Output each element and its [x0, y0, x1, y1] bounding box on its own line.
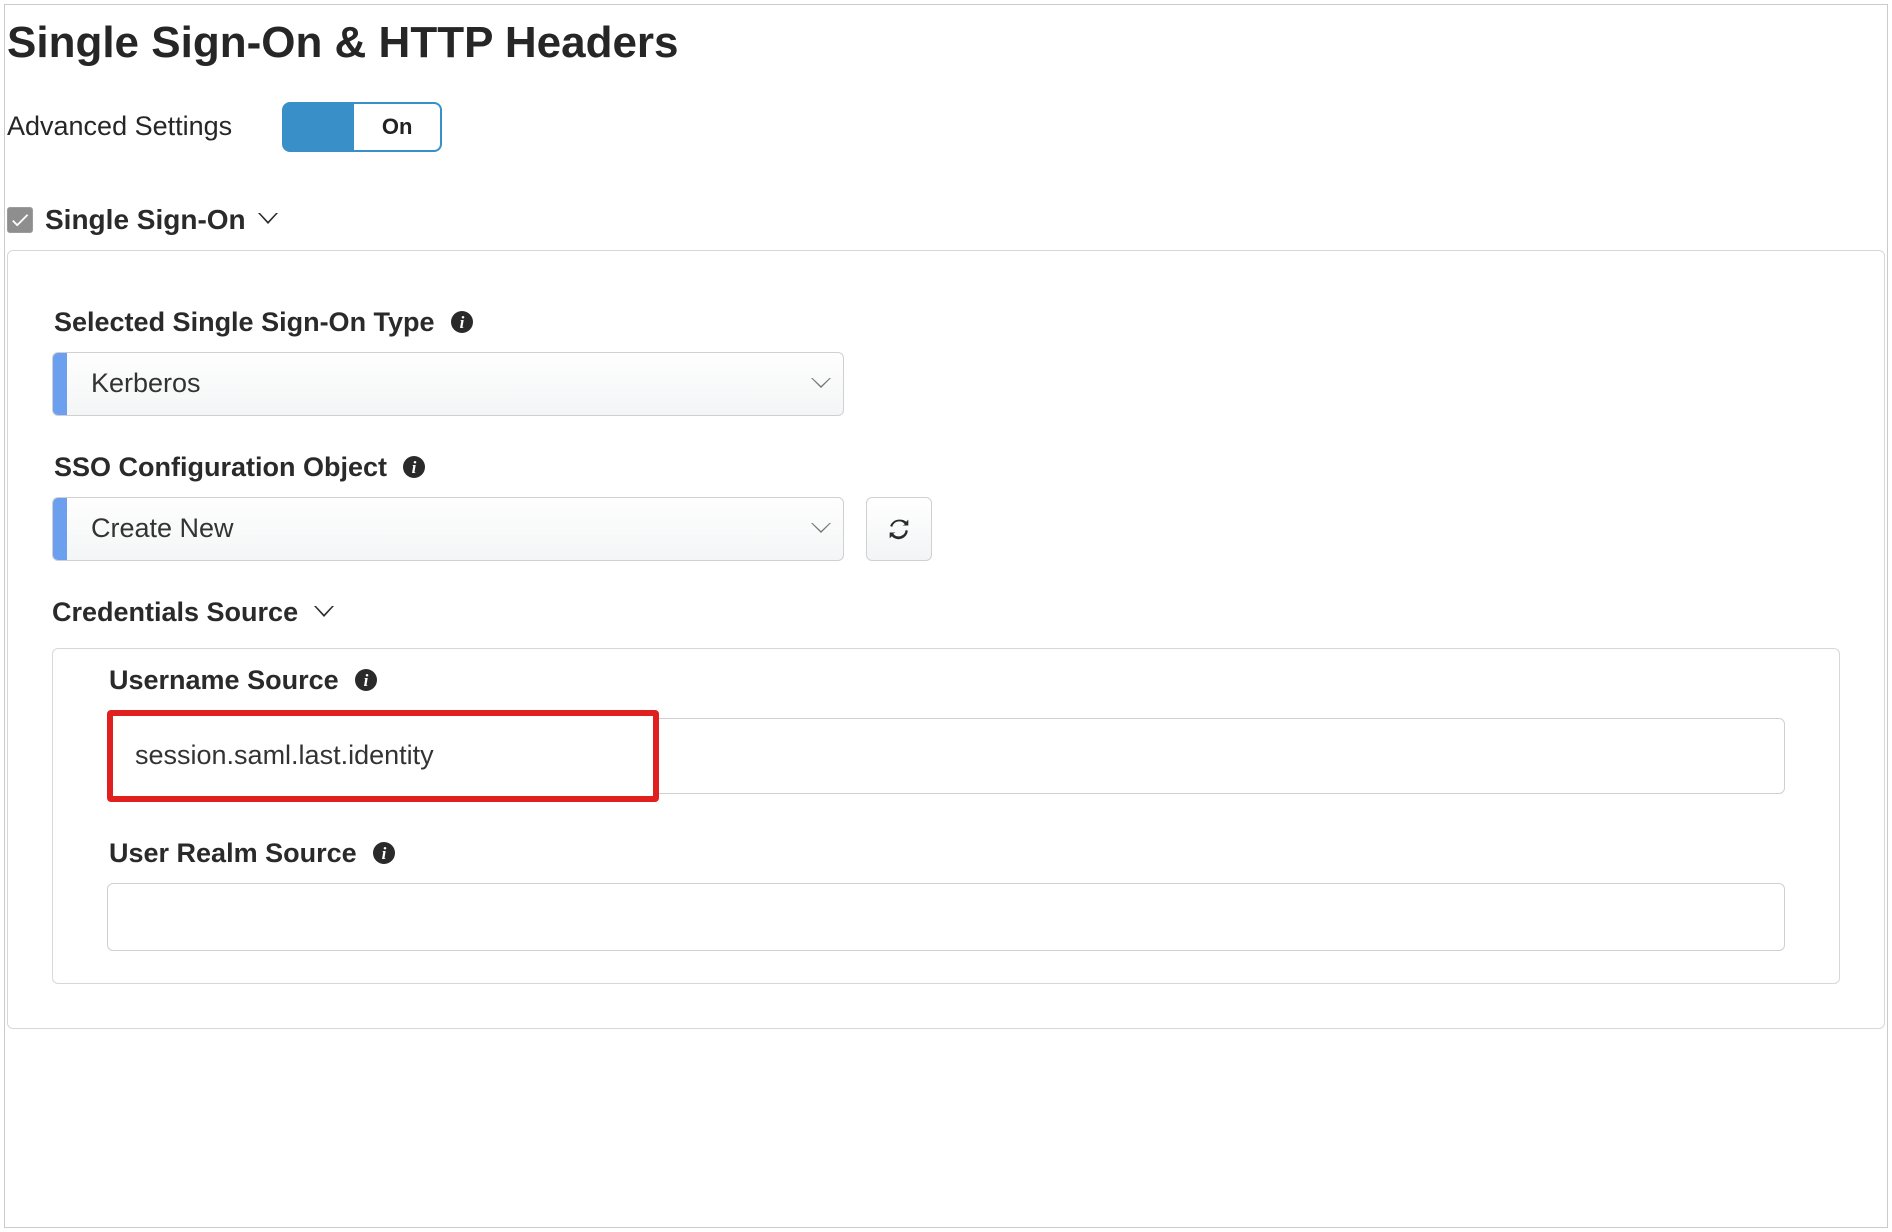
- sso-type-label: Selected Single Sign-On Type: [54, 307, 435, 338]
- toggle-track: [284, 104, 354, 150]
- caret-down-icon: [258, 213, 278, 226]
- info-icon[interactable]: i: [401, 454, 427, 480]
- sso-config-label: SSO Configuration Object: [54, 452, 387, 483]
- credentials-source-title: Credentials Source: [52, 597, 298, 628]
- advanced-settings-row: Advanced Settings On: [5, 92, 1887, 176]
- refresh-button[interactable]: [866, 497, 932, 561]
- info-icon[interactable]: i: [449, 309, 475, 335]
- svg-text:i: i: [412, 458, 417, 477]
- chevron-down-icon: [799, 353, 843, 415]
- user-realm-source-field: User Realm Source i: [107, 838, 1785, 951]
- select-accent-bar: [53, 353, 67, 415]
- advanced-settings-label: Advanced Settings: [7, 111, 232, 142]
- sso-section-title: Single Sign-On: [45, 204, 246, 236]
- credentials-source-panel: Username Source i session.saml.last.iden…: [52, 648, 1840, 984]
- info-icon[interactable]: i: [371, 840, 397, 866]
- user-realm-source-label: User Realm Source: [109, 838, 357, 869]
- sso-config-label-row: SSO Configuration Object i: [54, 452, 1840, 483]
- sso-config-value: Create New: [67, 498, 799, 560]
- refresh-icon: [885, 515, 913, 543]
- credentials-source-group: Credentials Source Username Source i: [52, 597, 1840, 984]
- svg-text:i: i: [381, 844, 386, 863]
- sso-type-select[interactable]: Kerberos: [52, 352, 844, 416]
- username-source-value: session.saml.last.identity: [135, 740, 434, 771]
- svg-text:i: i: [459, 313, 464, 332]
- caret-down-icon: [314, 606, 334, 619]
- sso-type-value: Kerberos: [67, 353, 799, 415]
- select-accent-bar: [53, 498, 67, 560]
- username-source-field: Username Source i session.saml.last.iden…: [107, 665, 1785, 802]
- sso-config-field: SSO Configuration Object i Create New: [52, 452, 1840, 561]
- sso-enabled-checkbox[interactable]: [7, 207, 33, 233]
- svg-text:i: i: [363, 671, 368, 690]
- check-icon: [9, 209, 31, 231]
- username-source-input-row: session.saml.last.identity: [107, 710, 1785, 802]
- username-source-label: Username Source: [109, 665, 339, 696]
- info-icon[interactable]: i: [353, 667, 379, 693]
- sso-type-field: Selected Single Sign-On Type i Kerberos: [52, 307, 1840, 416]
- sso-config-row: Create New: [52, 497, 1840, 561]
- credentials-source-header[interactable]: Credentials Source: [52, 597, 1840, 628]
- page-title: Single Sign-On & HTTP Headers: [5, 5, 1887, 92]
- page-container: Single Sign-On & HTTP Headers Advanced S…: [4, 4, 1888, 1228]
- sso-config-select[interactable]: Create New: [52, 497, 844, 561]
- chevron-down-icon: [799, 498, 843, 560]
- user-realm-source-label-row: User Realm Source i: [109, 838, 1785, 869]
- username-source-label-row: Username Source i: [109, 665, 1785, 696]
- sso-section-header[interactable]: Single Sign-On: [5, 176, 1887, 250]
- sso-type-label-row: Selected Single Sign-On Type i: [54, 307, 1840, 338]
- toggle-knob: On: [354, 104, 440, 150]
- sso-panel: Selected Single Sign-On Type i Kerberos …: [7, 250, 1885, 1029]
- advanced-settings-toggle[interactable]: On: [282, 102, 442, 152]
- user-realm-source-input[interactable]: [107, 883, 1785, 951]
- username-source-highlight[interactable]: session.saml.last.identity: [107, 710, 659, 802]
